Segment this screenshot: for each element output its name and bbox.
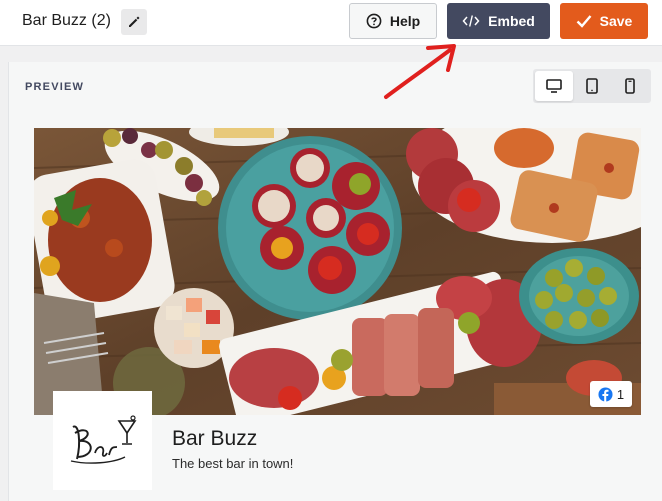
- mobile-icon: [625, 78, 635, 94]
- facebook-icon: [598, 386, 613, 402]
- device-tablet-button[interactable]: [573, 71, 611, 101]
- checkmark-icon: [576, 15, 592, 28]
- preview-label: PREVIEW: [25, 81, 85, 93]
- help-label: Help: [389, 13, 421, 29]
- page-tagline: The best bar in town!: [172, 456, 294, 471]
- facebook-count-badge: 1: [590, 381, 632, 407]
- page-avatar: [53, 391, 152, 490]
- page-name[interactable]: Bar Buzz: [172, 427, 257, 451]
- embed-label: Embed: [488, 13, 535, 29]
- edit-title-button[interactable]: [121, 9, 147, 35]
- facebook-count: 1: [616, 386, 625, 402]
- code-icon: [462, 15, 480, 27]
- bar-logo-icon: [70, 414, 136, 464]
- desktop-icon: [546, 79, 562, 93]
- feed-title: Bar Buzz (2): [22, 12, 111, 29]
- tablet-icon: [586, 78, 598, 94]
- help-circle-icon: [366, 13, 382, 29]
- save-button[interactable]: Save: [560, 3, 648, 39]
- device-desktop-button[interactable]: [535, 71, 573, 101]
- pencil-icon: [129, 16, 140, 27]
- help-button[interactable]: Help: [349, 3, 437, 39]
- annotation-arrow-icon: [384, 44, 456, 99]
- save-label: Save: [599, 13, 633, 29]
- device-mobile-button[interactable]: [611, 71, 649, 101]
- cover-photo: [34, 128, 641, 415]
- embed-button[interactable]: Embed: [447, 3, 550, 39]
- device-toggle: [533, 69, 651, 103]
- top-bar: Bar Buzz (2) Help Embed Save: [0, 0, 662, 46]
